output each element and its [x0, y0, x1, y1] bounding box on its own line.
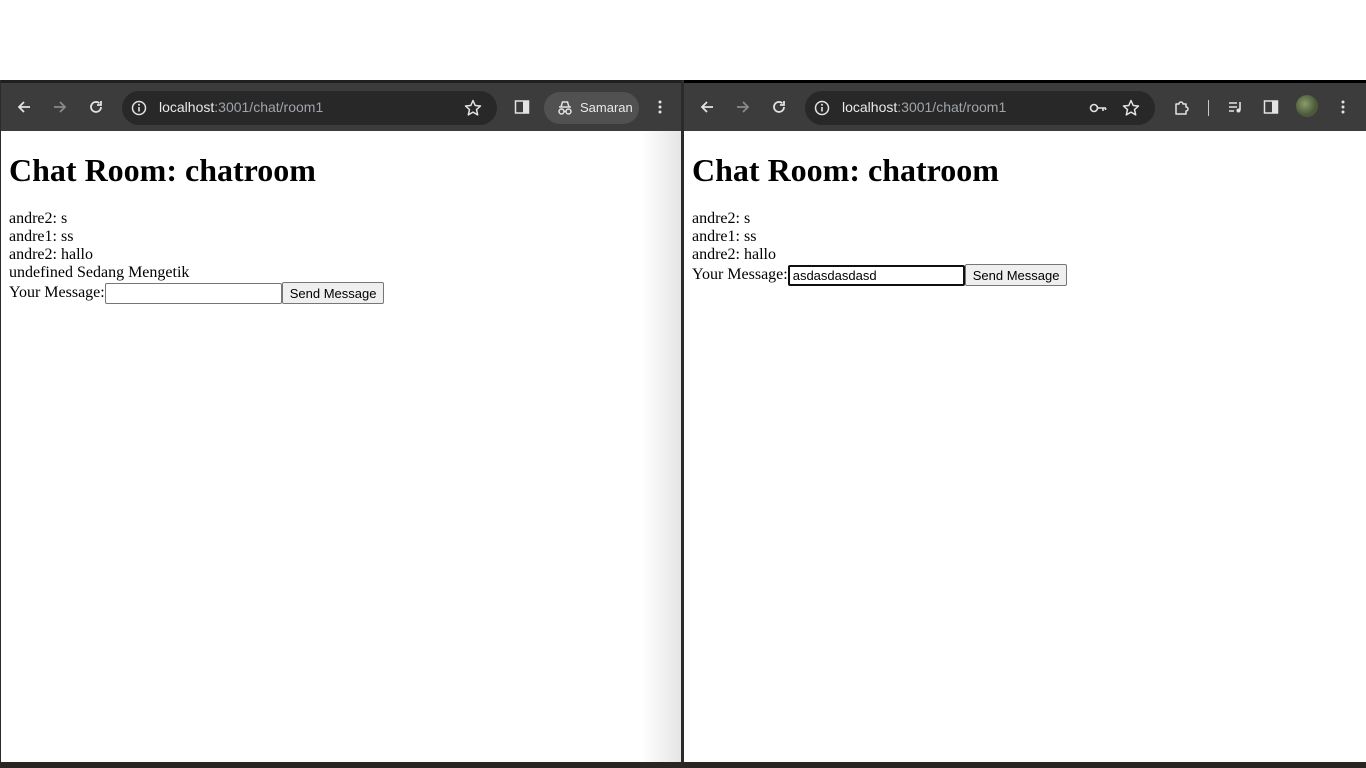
page-content: Chat Room: chatroom andre2: s andre1: ss…: [1, 131, 681, 762]
profile-avatar[interactable]: [1296, 95, 1318, 117]
chat-message: andre2: s: [9, 210, 68, 227]
chat-message: andre1: ss: [9, 228, 74, 245]
site-info-icon[interactable]: [130, 99, 148, 117]
chat-message: andre2: s: [692, 210, 751, 227]
url-text: localhost:3001/chat/room1: [842, 99, 1006, 115]
page-title: Chat Room: chatroom: [9, 152, 316, 188]
site-info-icon[interactable]: [813, 99, 831, 117]
reload-icon[interactable]: [767, 95, 791, 119]
message-input[interactable]: [104, 282, 282, 304]
url-host: localhost: [842, 99, 898, 115]
menu-dots-icon[interactable]: [648, 95, 672, 119]
forward-arrow-icon[interactable]: [48, 95, 72, 119]
desktop-background-top: [0, 0, 1366, 80]
side-panel-icon[interactable]: [510, 95, 534, 119]
message-form: Your Message: Send Message: [9, 282, 673, 304]
back-arrow-icon[interactable]: [695, 95, 719, 119]
chat-message: andre1: ss: [692, 228, 757, 245]
browser-toolbar: localhost:3001/chat/room1 Samaran: [1, 80, 681, 131]
back-arrow-icon[interactable]: [12, 95, 36, 119]
star-icon[interactable]: [463, 98, 483, 123]
chat-message: andre2: hallo: [9, 246, 93, 263]
address-bar[interactable]: localhost:3001/chat/room1: [122, 91, 497, 125]
incognito-profile-button[interactable]: Samaran: [544, 92, 639, 124]
message-form: Your Message: Send Message: [692, 264, 1358, 286]
profile-label: Samaran: [580, 100, 633, 115]
page-title: Chat Room: chatroom: [692, 152, 999, 188]
incognito-icon: [556, 99, 574, 122]
url-path: :3001/chat/room1: [897, 99, 1007, 115]
typing-status: undefined Sedang Mengetik: [9, 264, 190, 281]
url-host: localhost: [159, 99, 215, 115]
side-panel-icon[interactable]: [1259, 95, 1283, 119]
menu-dots-icon[interactable]: [1331, 95, 1355, 119]
send-message-button[interactable]: Send Message: [281, 282, 385, 304]
toolbar-divider: [1208, 100, 1209, 116]
page-content: Chat Room: chatroom andre2: s andre1: ss…: [684, 131, 1366, 762]
address-bar[interactable]: localhost:3001/chat/room1: [805, 91, 1155, 125]
url-path: :3001/chat/room1: [214, 99, 324, 115]
media-queue-icon[interactable]: [1224, 95, 1248, 119]
extensions-icon[interactable]: [1170, 95, 1194, 119]
taskbar-edge: [0, 762, 1366, 768]
browser-window-right: localhost:3001/chat/room1 Chat Room: cha…: [683, 80, 1366, 762]
reload-icon[interactable]: [84, 95, 108, 119]
message-label: Your Message:: [692, 266, 788, 283]
browser-window-left: localhost:3001/chat/room1 Samaran Chat R…: [0, 80, 683, 762]
password-key-icon[interactable]: [1088, 99, 1108, 122]
forward-arrow-icon[interactable]: [731, 95, 755, 119]
send-message-button[interactable]: Send Message: [964, 264, 1068, 286]
chat-message: andre2: hallo: [692, 246, 776, 263]
url-text: localhost:3001/chat/room1: [159, 99, 323, 115]
message-input[interactable]: [787, 264, 965, 286]
browser-toolbar: localhost:3001/chat/room1: [684, 80, 1366, 131]
star-icon[interactable]: [1121, 98, 1141, 123]
message-label: Your Message:: [9, 284, 105, 301]
